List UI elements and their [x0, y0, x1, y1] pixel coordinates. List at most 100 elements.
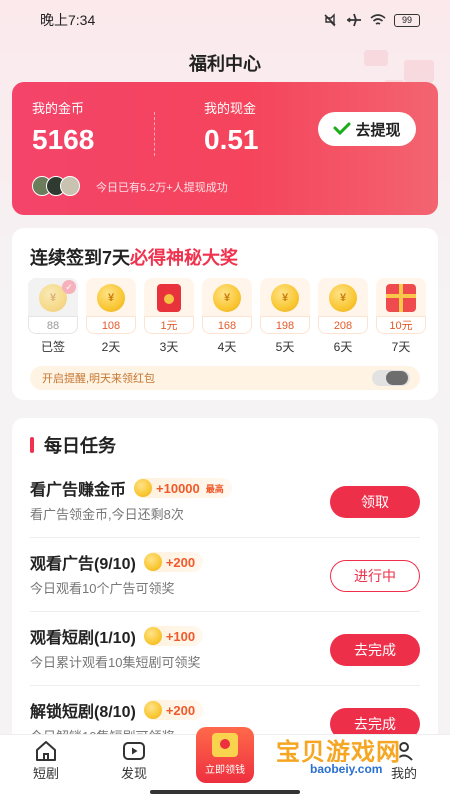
task-reward-amount: +100	[165, 628, 196, 644]
signin-day-box: ¥ 168	[202, 278, 252, 334]
wallet-divider	[154, 112, 155, 156]
reminder-text: 开启提醒,明天来领红包	[42, 373, 156, 385]
daily-tasks-header: 每日任务	[30, 432, 116, 458]
signin-day[interactable]: 1元 3天	[144, 278, 194, 355]
task-name: 观看短剧(1/10) +100	[30, 624, 204, 648]
signin-day-box: ¥ ✓ 88	[28, 278, 78, 334]
nav-label: 立即领钱	[205, 765, 245, 776]
daily-tasks-title: 每日任务	[44, 436, 116, 456]
wifi-icon	[370, 14, 386, 25]
signin-day[interactable]: ¥ 208 6天	[318, 278, 368, 355]
signin-day-label: 3天	[159, 340, 179, 354]
in-progress-button[interactable]: 进行中	[330, 560, 420, 592]
battery-icon: 99	[394, 13, 420, 27]
task-name: 解锁短剧(8/10) +200	[30, 698, 204, 722]
task-name: 看广告赚金币 +10000 最高	[30, 476, 232, 500]
signin-card: 连续签到7天必得神秘大奖 ¥ ✓ 88 已签 ¥ 108 2天 1元 3天 ¥ …	[12, 228, 438, 400]
signin-day-box: ¥ 208	[318, 278, 368, 334]
task-row: 看广告赚金币 +10000 最高 看广告领金币,今日还剩8次 领取	[12, 464, 438, 538]
red-envelope-icon	[157, 284, 181, 312]
coin-icon: ¥	[271, 284, 299, 312]
signin-day-box: 1元	[144, 278, 194, 334]
signin-days: ¥ ✓ 88 已签 ¥ 108 2天 1元 3天 ¥ 168 4天 ¥ 198 …	[28, 278, 426, 355]
task-reward: +200	[143, 700, 204, 720]
task-reward: +200	[143, 552, 204, 572]
signin-day-amount: 168	[202, 316, 252, 334]
status-bar: 晚上7:34 99	[0, 0, 450, 40]
profile-icon	[395, 742, 413, 761]
toggle-knob	[386, 371, 408, 385]
signin-day[interactable]: ¥ 108 2天	[86, 278, 136, 355]
nav-item-drama[interactable]: 短剧	[16, 739, 76, 782]
go-complete-button[interactable]: 去完成	[330, 634, 420, 666]
signin-day-label: 4天	[217, 340, 237, 354]
withdraw-button[interactable]: 去提现	[318, 112, 416, 146]
signin-day-amount: 1元	[144, 316, 194, 334]
task-title: 观看广告(9/10)	[30, 556, 136, 573]
coin-icon: ¥	[213, 284, 241, 312]
daily-tasks-card: 每日任务 看广告赚金币 +10000 最高 看广告领金币,今日还剩8次 领取 观…	[12, 418, 438, 738]
signin-day[interactable]: ¥ 168 4天	[202, 278, 252, 355]
signin-day-amount: 198	[260, 316, 310, 334]
signin-day-amount: 208	[318, 316, 368, 334]
user-avatars	[32, 176, 80, 196]
task-reward: +100	[143, 626, 204, 646]
nav-label: 短剧	[32, 766, 59, 781]
coin-icon: ¥	[329, 284, 357, 312]
task-title: 解锁短剧(8/10)	[30, 704, 136, 721]
signin-day-label: 6天	[333, 340, 353, 354]
airplane-icon	[347, 13, 361, 27]
signin-day-label: 2天	[101, 340, 121, 354]
mute-icon	[324, 13, 336, 27]
signin-day-amount: 88	[28, 316, 78, 334]
page-title: 福利中心	[189, 54, 261, 74]
signin-day-box: ¥ 198	[260, 278, 310, 334]
signin-day[interactable]: ¥ 198 5天	[260, 278, 310, 355]
task-reward-tag: 最高	[205, 483, 224, 494]
cash-label: 我的现金	[204, 101, 257, 116]
task-reward: +10000 最高	[134, 478, 232, 498]
signin-title: 连续签到7天必得神秘大奖	[30, 244, 238, 270]
home-icon	[36, 741, 56, 761]
task-description: 今日观看10个广告可领奖	[30, 581, 175, 596]
coin-icon	[143, 701, 162, 719]
signin-day-label: 7天	[391, 340, 411, 354]
signin-day-box: 10元	[376, 278, 426, 334]
coins-value[interactable]: 5168	[32, 124, 94, 156]
signin-day-box: ¥ 108	[86, 278, 136, 334]
cash-value[interactable]: 0.51	[204, 124, 259, 156]
coin-icon	[143, 553, 162, 571]
gift-box-icon	[386, 284, 416, 312]
signin-title-highlight: 必得神秘大奖	[130, 248, 239, 268]
check-icon: ✓	[62, 280, 76, 294]
task-name: 观看广告(9/10) +200	[30, 550, 204, 574]
nav-label: 我的	[390, 766, 417, 781]
task-reward-amount: +10000	[156, 480, 200, 496]
task-title: 观看短剧(1/10)	[30, 630, 136, 647]
wechat-pay-icon	[333, 122, 351, 136]
withdraw-social-note: 今日已有5.2万+人提现成功	[96, 182, 228, 194]
signin-day-label: 5天	[275, 340, 295, 354]
nav-item-discover[interactable]: 发现	[104, 739, 164, 782]
signin-day[interactable]: ¥ ✓ 88 已签	[28, 278, 78, 355]
task-description: 今日累计观看10集短剧可领奖	[30, 655, 201, 670]
nav-item-profile[interactable]: 我的	[374, 739, 434, 782]
signin-day-amount: 10元	[376, 316, 426, 334]
signin-day-label: 已签	[40, 340, 65, 354]
nav-item-earn-now[interactable]: 立即领钱	[196, 727, 254, 783]
task-row: 观看短剧(1/10) +100 今日累计观看10集短剧可领奖 去完成	[12, 612, 438, 686]
avatar	[60, 176, 80, 196]
claim-button[interactable]: 领取	[330, 486, 420, 518]
reminder-toggle[interactable]	[372, 370, 410, 386]
coin-icon	[143, 627, 162, 645]
signin-day-amount: 108	[86, 316, 136, 334]
coin-icon: ¥	[97, 284, 125, 312]
section-marker	[30, 437, 34, 453]
signin-day[interactable]: 10元 7天	[376, 278, 426, 355]
task-title: 看广告赚金币	[30, 482, 127, 499]
task-reward-amount: +200	[165, 554, 196, 570]
red-envelope-icon	[212, 733, 238, 757]
status-time: 晚上7:34	[40, 12, 96, 28]
home-indicator	[150, 790, 300, 794]
coin-icon	[134, 479, 153, 497]
